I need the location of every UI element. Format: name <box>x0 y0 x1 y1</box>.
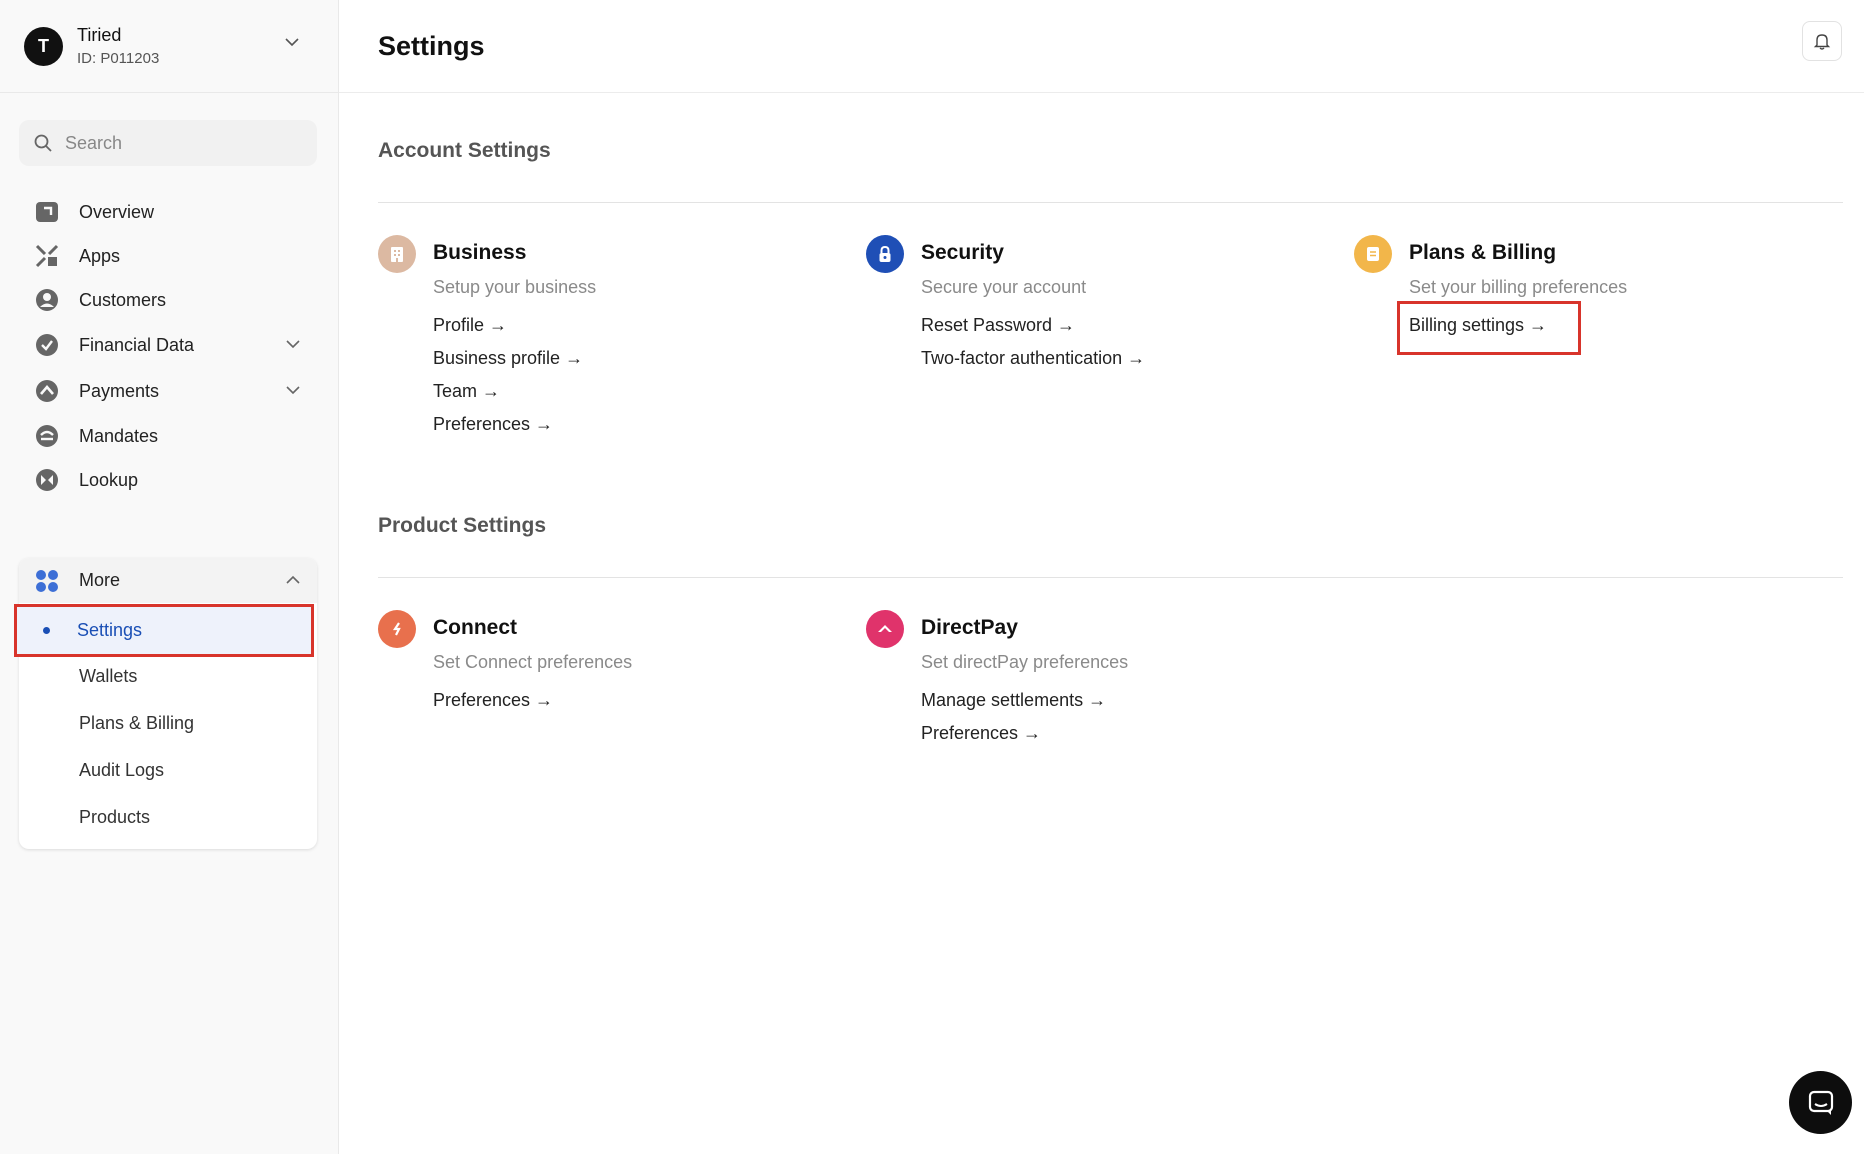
chat-support-button[interactable] <box>1789 1071 1852 1134</box>
overview-icon <box>36 202 58 222</box>
sidebar-subitem-label: Audit Logs <box>79 760 165 780</box>
connect-icon <box>378 610 416 648</box>
sidebar-item-label: Lookup <box>79 469 139 490</box>
sidebar-item-label: Customers <box>79 289 167 310</box>
search-placeholder: Search <box>65 132 123 153</box>
sidebar-subitem-settings[interactable]: Settings <box>14 604 314 657</box>
sidebar-item-label: Payments <box>79 380 160 401</box>
billing-settings-link[interactable]: Billing settings → <box>1396 301 1582 355</box>
lock-icon <box>866 235 904 273</box>
chevron-down-icon <box>286 386 300 395</box>
sidebar-subitem-label: Plans & Billing <box>79 713 195 733</box>
sidebar-subitem-audit-logs[interactable]: Audit Logs <box>19 747 317 794</box>
directpay-subtitle: Set directPay preferences <box>921 652 1129 672</box>
sidebar-item-lookup[interactable]: Lookup <box>19 457 317 503</box>
app-root: T Tiried ID: P011203 Search Overview App… <box>0 0 1864 1154</box>
chevron-down-icon <box>286 340 300 349</box>
sidebar-subitem-label: Products <box>79 807 151 827</box>
team-link[interactable]: Team → <box>433 381 583 414</box>
payments-icon <box>36 380 58 402</box>
sidebar-item-label: Apps <box>79 245 121 266</box>
business-links: Profile → Business profile → Team → Pref… <box>433 315 583 447</box>
sidebar-item-mandates[interactable]: Mandates <box>19 413 317 459</box>
sidebar-item-more[interactable]: More <box>19 558 317 603</box>
bell-icon <box>1813 34 1831 50</box>
account-info: Tiried ID: P011203 <box>77 25 159 67</box>
security-subtitle: Secure your account <box>921 277 1087 297</box>
account-name: Tiried <box>77 25 122 45</box>
business-profile-link[interactable]: Business profile → <box>433 348 583 381</box>
sidebar-item-label: Overview <box>79 201 155 222</box>
mandates-icon <box>36 425 58 447</box>
sidebar-item-overview[interactable]: Overview <box>19 189 317 235</box>
account-settings-title: Account Settings <box>378 139 551 162</box>
security-links: Reset Password → Two-factor authenticati… <box>921 315 1145 381</box>
sidebar-item-label: More <box>79 570 121 590</box>
account-switcher[interactable]: T Tiried ID: P011203 <box>0 0 338 93</box>
reset-password-link[interactable]: Reset Password → <box>921 315 1145 348</box>
search-input[interactable]: Search <box>19 120 317 166</box>
sidebar-subitem-plans-billing[interactable]: Plans & Billing <box>19 700 317 747</box>
manage-settlements-link[interactable]: Manage settlements → <box>921 690 1106 723</box>
directpay-preferences-link[interactable]: Preferences → <box>921 723 1106 756</box>
business-preferences-link[interactable]: Preferences → <box>433 414 583 447</box>
account-id: ID: P011203 <box>77 50 160 67</box>
apps-icon <box>35 244 59 268</box>
directpay-links: Manage settlements → Preferences → <box>921 690 1106 756</box>
connect-links: Preferences → <box>433 690 553 723</box>
sidebar: T Tiried ID: P011203 Search Overview App… <box>0 0 339 1154</box>
connect-subtitle: Set Connect preferences <box>433 652 633 672</box>
connect-title: Connect <box>433 616 517 639</box>
sidebar-subitem-label: Settings <box>77 620 143 640</box>
directpay-title: DirectPay <box>921 616 1018 639</box>
section-divider <box>378 577 1843 578</box>
active-indicator-dot <box>43 627 50 634</box>
user-icon <box>36 289 58 311</box>
plans-billing-title: Plans & Billing <box>1409 241 1557 264</box>
sidebar-item-label: Financial Data <box>79 334 195 355</box>
two-factor-link[interactable]: Two-factor authentication → <box>921 348 1145 381</box>
check-circle-icon <box>36 334 58 356</box>
sidebar-item-payments[interactable]: Payments <box>19 368 317 414</box>
topbar: Settings <box>339 0 1864 93</box>
building-icon <box>378 235 416 273</box>
document-icon <box>1354 235 1392 273</box>
security-title: Security <box>921 241 1004 264</box>
product-settings-title: Product Settings <box>378 514 547 537</box>
sidebar-subitem-wallets[interactable]: Wallets <box>19 653 317 700</box>
chevron-up-icon <box>286 575 300 584</box>
profile-link[interactable]: Profile → <box>433 315 583 348</box>
chevron-down-icon[interactable] <box>284 34 300 50</box>
sidebar-item-apps[interactable]: Apps <box>19 233 317 279</box>
search-icon <box>34 134 52 152</box>
sidebar-item-customers[interactable]: Customers <box>19 277 317 323</box>
notifications-button[interactable] <box>1802 21 1842 61</box>
avatar: T <box>24 26 63 66</box>
sidebar-item-financial-data[interactable]: Financial Data <box>19 322 317 368</box>
sidebar-item-label: Mandates <box>79 425 159 446</box>
business-subtitle: Setup your business <box>433 277 597 297</box>
sidebar-subitem-label: Wallets <box>79 666 138 686</box>
chat-icon <box>1808 1090 1833 1115</box>
plans-billing-links: Billing settings → <box>1396 301 1582 355</box>
page-title: Settings <box>378 30 485 61</box>
connect-preferences-link[interactable]: Preferences → <box>433 690 553 723</box>
sidebar-subitem-products[interactable]: Products <box>19 794 317 841</box>
more-menu: More Settings Wallets Plans & Billing Au… <box>14 558 317 849</box>
plans-billing-subtitle: Set your billing preferences <box>1409 277 1628 297</box>
business-title: Business <box>433 241 527 264</box>
section-divider <box>378 202 1843 203</box>
main-content: Settings Account Settings Business Setup… <box>339 0 1864 1154</box>
grid-icon <box>36 569 58 592</box>
directpay-icon <box>866 610 904 648</box>
lookup-icon <box>36 469 58 491</box>
